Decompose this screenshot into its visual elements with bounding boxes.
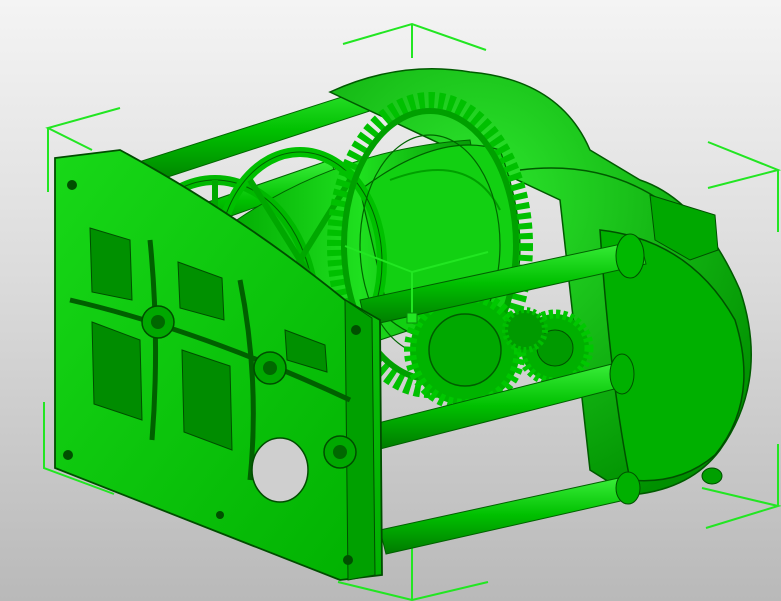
bolt-boss-right: [323, 435, 357, 469]
plate-hole: [251, 437, 309, 503]
model-scene[interactable]: [0, 0, 781, 601]
bbox-corner-bottom-right: [701, 487, 781, 529]
mount-hole: [67, 180, 77, 190]
bbox-corner-right: [707, 141, 781, 189]
mount-hole: [216, 511, 224, 519]
mount-hole: [343, 555, 353, 565]
mount-hole: [351, 325, 361, 335]
3d-viewport[interactable]: [0, 0, 781, 601]
gizmo-center-marker[interactable]: [406, 312, 418, 324]
bbox-corner-top-left: [45, 107, 121, 151]
bbox-corner-top: [342, 22, 487, 51]
bolt-boss-left: [141, 305, 175, 339]
bolt-boss-middle: [253, 351, 287, 385]
mount-hole: [63, 450, 73, 460]
